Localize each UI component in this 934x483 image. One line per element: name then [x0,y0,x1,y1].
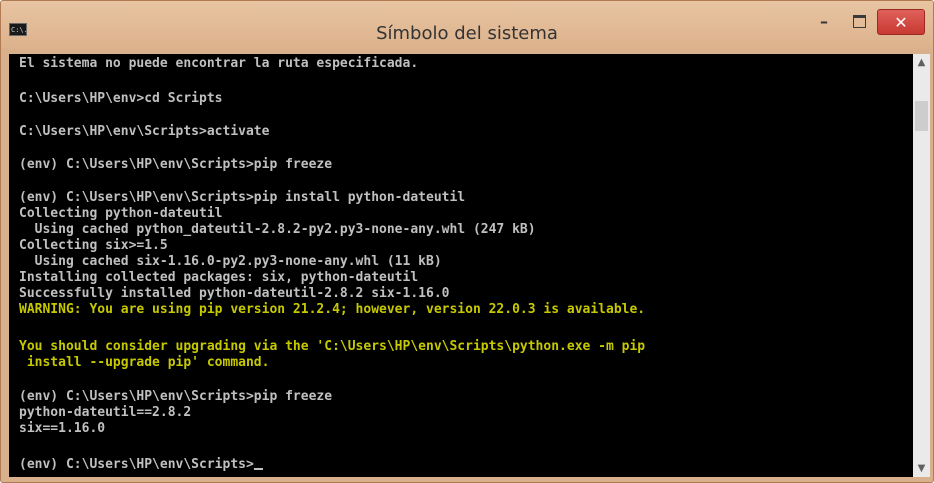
maximize-icon [853,15,866,28]
console-line: Successfully installed python-dateutil-2… [19,286,450,301]
minimize-button[interactable]: – [811,9,837,35]
text-cursor [253,468,263,470]
scroll-down-arrow-icon[interactable]: ▼ [913,460,930,477]
scroll-up-arrow-icon[interactable]: ▲ [913,54,930,71]
console-output[interactable]: El sistema no puede encontrar la ruta es… [9,54,913,477]
console-line: (env) C:\Users\HP\env\Scripts>pip freeze [19,157,333,172]
console-line: C:\Users\HP\env\Scripts>activate [19,124,270,139]
console-line: python-dateutil==2.8.2 [19,405,192,420]
console-line: Collecting python-dateutil [19,206,223,221]
close-button[interactable]: ✕ [877,9,925,35]
console-line: Collecting six>=1.5 [19,238,168,253]
title-bar[interactable]: C:\. Símbolo del sistema – ✕ [1,1,933,49]
console-line: Using cached six-1.16.0-py2.py3-none-any… [19,254,442,269]
console-warning-line: You should consider upgrading via the 'C… [19,339,646,354]
command-prompt-window: C:\. Símbolo del sistema – ✕ El sistema … [0,0,934,483]
console-line: six==1.16.0 [19,421,106,436]
console-warning-line: install --upgrade pip' command. [19,355,270,370]
console-prompt-line[interactable]: (env) C:\Users\HP\env\Scripts> [19,457,263,473]
console-line: Using cached python_dateutil-2.8.2-py2.p… [19,222,536,237]
maximize-button[interactable] [847,9,871,35]
console-warning-line: WARNING: You are using pip version 21.2.… [19,302,646,317]
console-line: C:\Users\HP\env>cd Scripts [19,91,223,106]
console-line: (env) C:\Users\HP\env\Scripts>pip instal… [19,190,466,205]
console-line: Installing collected packages: six, pyth… [19,270,419,285]
console-line: (env) C:\Users\HP\env\Scripts>pip freeze [19,389,333,404]
console-line: El sistema no puede encontrar la ruta es… [19,56,419,71]
scrollbar-thumb[interactable] [915,101,928,131]
vertical-scrollbar[interactable]: ▲ ▼ [913,54,930,477]
current-prompt: (env) C:\Users\HP\env\Scripts> [19,457,254,472]
window-title: Símbolo del sistema [376,23,558,44]
